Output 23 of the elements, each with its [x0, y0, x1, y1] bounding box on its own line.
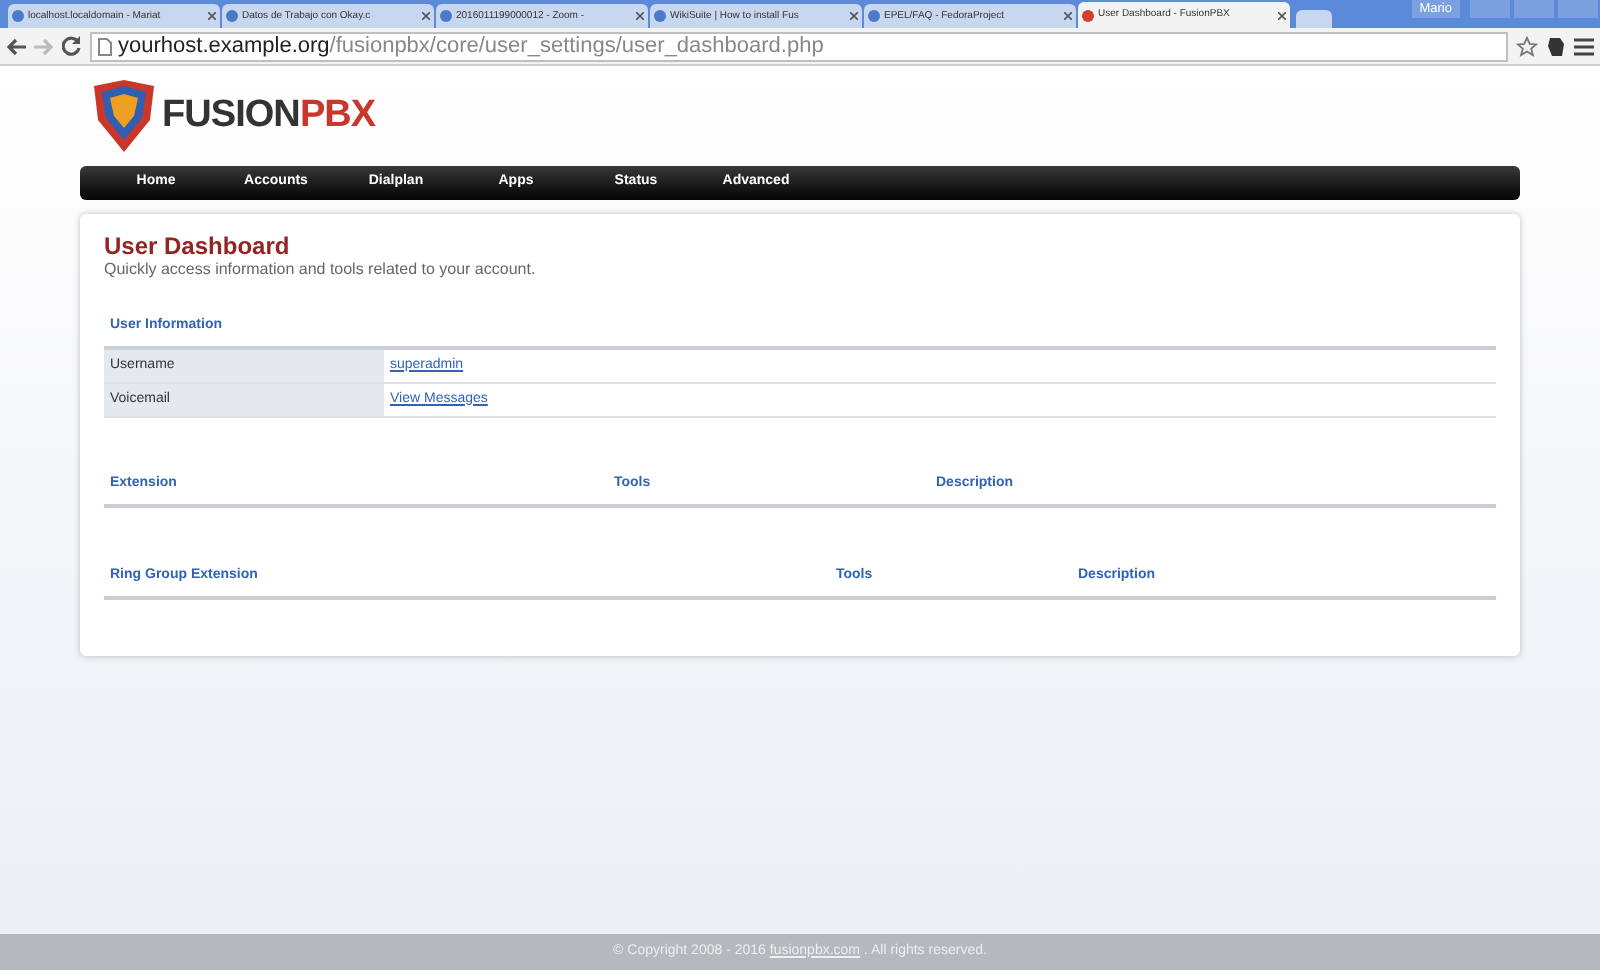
close-icon[interactable]	[208, 12, 216, 20]
menu-icon[interactable]	[1574, 37, 1594, 55]
close-icon[interactable]	[1278, 11, 1286, 19]
page-title: User Dashboard	[104, 232, 292, 260]
address-bar[interactable]: yourhost.example.org/fusionpbx/core/user_settings/user_dashboard.php	[90, 31, 1508, 61]
page-icon	[98, 37, 112, 55]
close-icon[interactable]	[636, 12, 644, 20]
star-icon[interactable]	[1516, 35, 1538, 57]
favicon-icon	[868, 10, 880, 22]
favicon-icon	[1082, 9, 1094, 21]
close-icon[interactable]	[1064, 12, 1072, 20]
close-icon[interactable]	[850, 12, 858, 20]
favicon-icon	[440, 10, 452, 22]
reload-icon[interactable]	[62, 36, 82, 56]
favicon-icon	[12, 10, 24, 22]
extension-icon[interactable]	[1546, 35, 1566, 57]
close-icon[interactable]	[422, 12, 430, 20]
favicon-icon	[654, 10, 666, 22]
favicon-icon	[226, 10, 238, 22]
page-subtitle: Quickly access information and tools related to your account.	[104, 260, 538, 280]
back-icon[interactable]	[6, 37, 26, 55]
logo-text: FUSIONPBX	[162, 91, 376, 140]
shield-logo-icon	[90, 80, 158, 152]
